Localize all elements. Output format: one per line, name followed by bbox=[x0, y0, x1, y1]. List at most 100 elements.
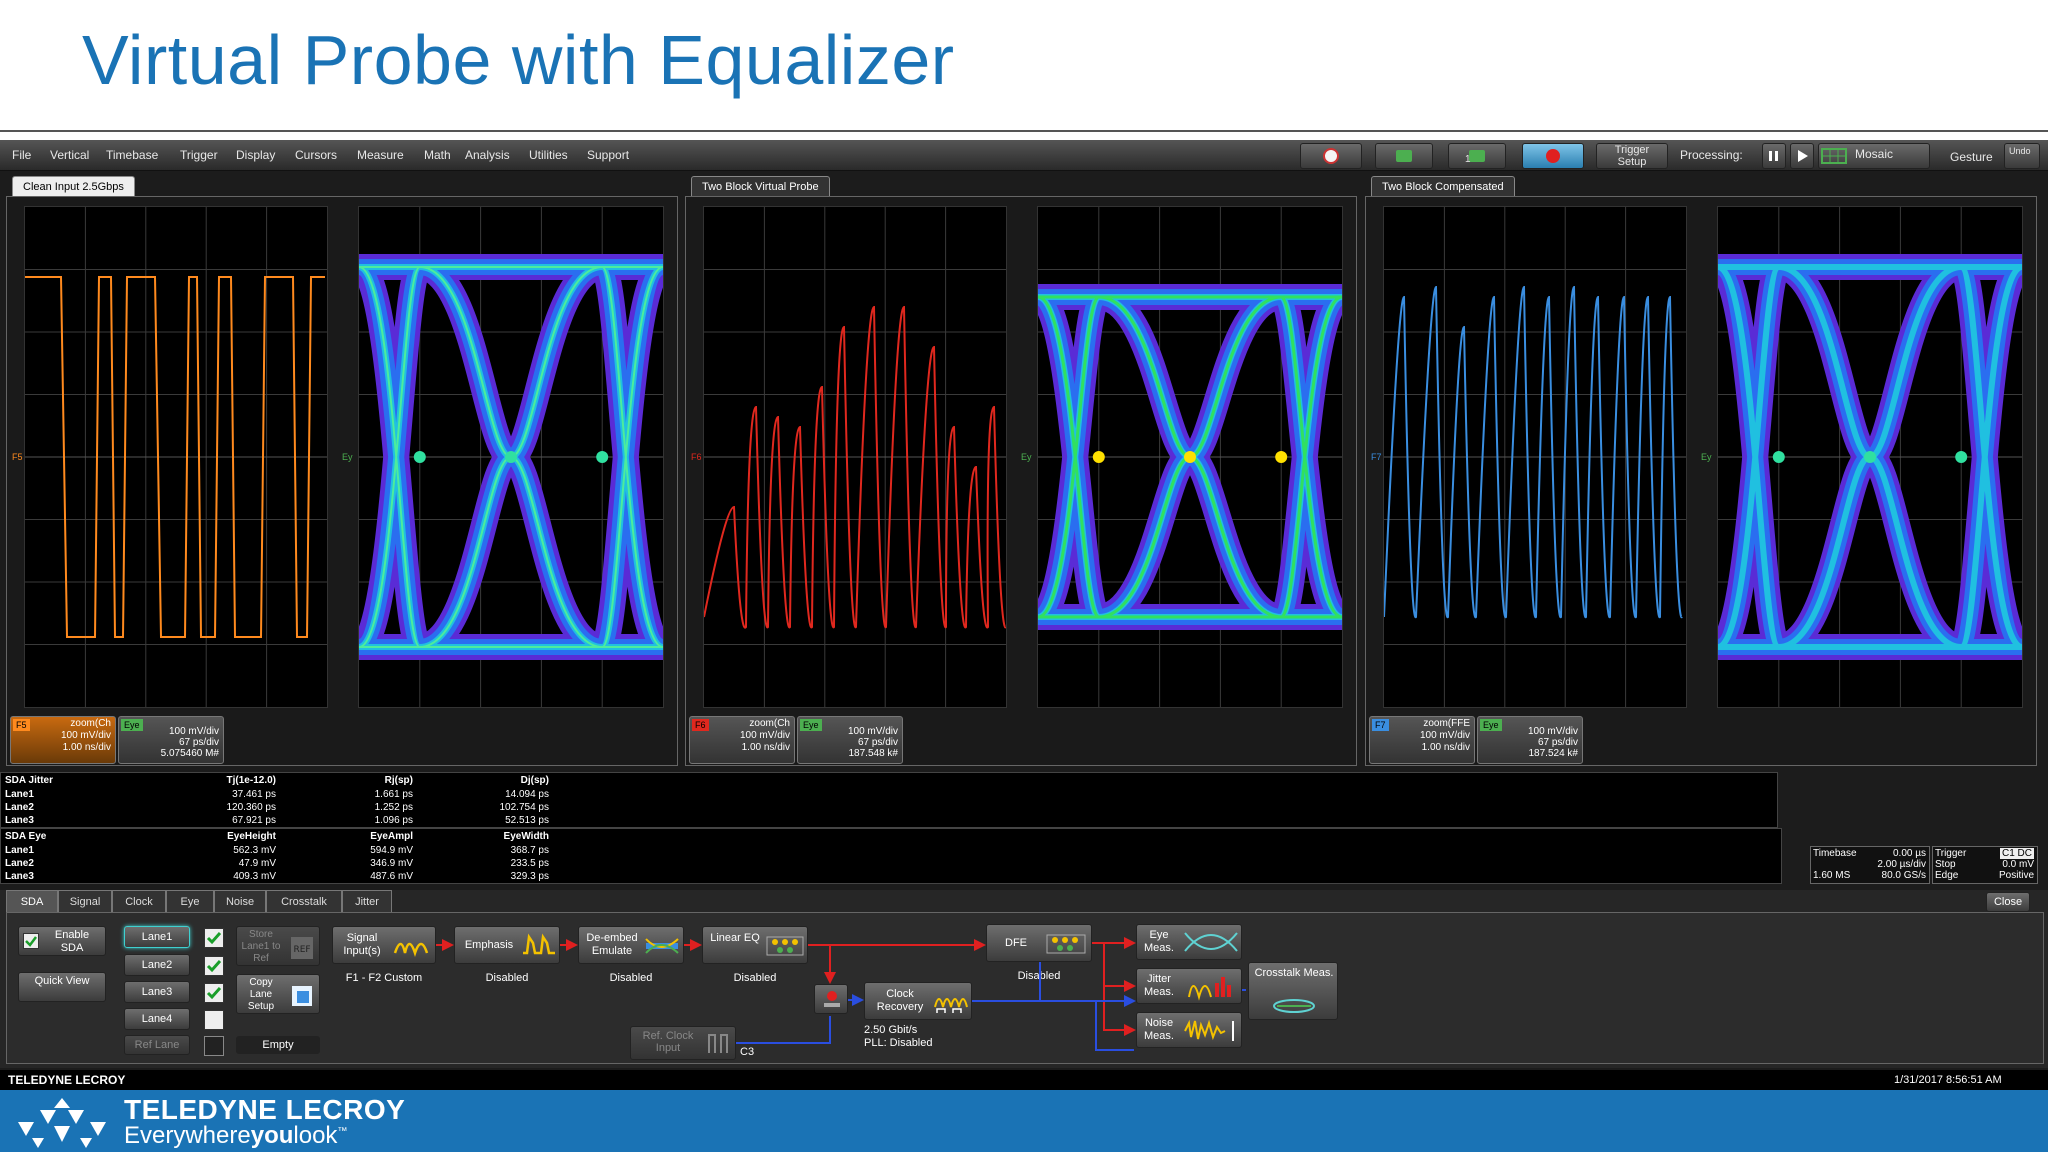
waveform-trace bbox=[1384, 285, 1683, 619]
eye-grid-3[interactable] bbox=[1717, 206, 2023, 708]
eye-header-height: EyeHeight bbox=[227, 831, 276, 842]
record-icon bbox=[1546, 149, 1560, 163]
trace-descriptor-eye[interactable]: Eye 100 mV/div 67 ps/div 5.075460 M# bbox=[118, 716, 224, 764]
menu-file[interactable]: File bbox=[12, 148, 31, 162]
normal-button[interactable]: 1 bbox=[1448, 143, 1506, 169]
play-icon bbox=[1798, 150, 1808, 162]
table-cell: Lane1 bbox=[5, 845, 34, 856]
trace-source: zoom(FFE bbox=[1423, 718, 1470, 729]
play-button[interactable] bbox=[1790, 143, 1814, 169]
table-cell: 1.661 ps bbox=[374, 789, 413, 800]
table-cell: Lane3 bbox=[5, 815, 34, 826]
panel-tab-3[interactable]: Two Block Compensated bbox=[1371, 176, 1515, 197]
table-cell: 52.513 ps bbox=[505, 815, 549, 826]
badge-count: 1 bbox=[1465, 154, 1471, 165]
trace-tdiv: 1.00 ns/div bbox=[741, 742, 790, 753]
trace-badge: F5 bbox=[13, 719, 30, 731]
trace-descriptor-eye[interactable]: Eye 100 mV/div 67 ps/div 187.548 k# bbox=[797, 716, 903, 764]
trace-descriptor-f7[interactable]: F7 zoom(FFE 100 mV/div 1.00 ns/div bbox=[1369, 716, 1475, 764]
trace-descriptor-f6[interactable]: F6 zoom(Ch 100 mV/div 1.00 ns/div bbox=[689, 716, 795, 764]
table-cell: 102.754 ps bbox=[499, 802, 550, 813]
menu-trigger[interactable]: Trigger bbox=[180, 148, 218, 162]
table-cell: 47.9 mV bbox=[238, 858, 276, 869]
table-cell: Lane2 bbox=[5, 858, 34, 869]
table-cell: 14.094 ps bbox=[505, 789, 549, 800]
eye-channel-label: Ey bbox=[342, 452, 353, 462]
table-cell: 594.9 mV bbox=[370, 845, 413, 856]
trigger-label: Trigger bbox=[1935, 848, 1967, 859]
timebase-descriptor[interactable]: Timebase 0.00 µs 2.00 µs/div 1.60 MS 80.… bbox=[1810, 846, 1930, 884]
trace-source: zoom(Ch bbox=[70, 718, 111, 729]
trace-vdiv: 100 mV/div bbox=[60, 730, 111, 741]
footer-tagline: Everywhereyoulook™ bbox=[124, 1122, 347, 1150]
status-brand: TELEDYNE LECROY bbox=[8, 1073, 126, 1087]
menu-support[interactable]: Support bbox=[587, 148, 629, 162]
trace-tdiv: 67 ps/div bbox=[857, 737, 898, 748]
status-datetime: 1/31/2017 8:56:51 AM bbox=[1894, 1074, 2002, 1086]
trace-descriptor-eye[interactable]: Eye 100 mV/div 67 ps/div 187.524 k# bbox=[1477, 716, 1583, 764]
table-cell: Lane2 bbox=[5, 802, 34, 813]
grid-icon bbox=[1821, 148, 1847, 164]
trace-count: 187.548 k# bbox=[848, 748, 899, 759]
signal-flow-arrows bbox=[436, 937, 1246, 1051]
table-cell: 37.461 ps bbox=[232, 789, 276, 800]
trigger-descriptor[interactable]: Trigger C1 DC Stop 0.0 mV Edge Positive bbox=[1932, 846, 2038, 884]
table-cell: 120.360 ps bbox=[226, 802, 277, 813]
panel-tab-1[interactable]: Clean Input 2.5Gbps bbox=[12, 176, 135, 197]
menu-timebase[interactable]: Timebase bbox=[106, 148, 158, 162]
trace-badge: F7 bbox=[1372, 719, 1389, 731]
trace-badge: Eye bbox=[121, 719, 143, 731]
mosaic-button[interactable]: Mosaic bbox=[1818, 143, 1930, 169]
jitter-header-name: SDA Jitter bbox=[5, 775, 53, 786]
trace-vdiv: 100 mV/div bbox=[1419, 730, 1470, 741]
tagline-part-b: you bbox=[250, 1122, 294, 1149]
single-button[interactable] bbox=[1375, 143, 1433, 169]
eye-header-name: SDA Eye bbox=[5, 831, 47, 842]
menu-vertical[interactable]: Vertical bbox=[50, 148, 89, 162]
timebase-label: Timebase bbox=[1813, 848, 1857, 859]
trigger-source: C1 DC bbox=[1999, 848, 2034, 859]
menu-cursors[interactable]: Cursors bbox=[295, 148, 337, 162]
camera-icon bbox=[1469, 150, 1485, 162]
table-cell: 329.3 ps bbox=[510, 871, 549, 882]
stop-button[interactable] bbox=[1522, 143, 1584, 169]
trace-vdiv: 100 mV/div bbox=[168, 726, 219, 737]
waveform-grid-1[interactable] bbox=[24, 206, 328, 708]
menu-display[interactable]: Display bbox=[236, 148, 275, 162]
timebase-rate: 80.0 GS/s bbox=[1881, 870, 1926, 881]
timebase-samples: 1.60 MS bbox=[1813, 870, 1851, 881]
menu-measure[interactable]: Measure bbox=[357, 148, 404, 162]
undo-label: Undo bbox=[2009, 146, 2031, 156]
undo-button[interactable]: Undo bbox=[2004, 143, 2040, 169]
trace-badge: F6 bbox=[692, 719, 709, 731]
table-cell: 233.5 ps bbox=[510, 858, 549, 869]
trace-count: 187.524 k# bbox=[1528, 748, 1579, 759]
eye-grid-2[interactable] bbox=[1037, 206, 1343, 708]
trace-descriptor-f5[interactable]: F5 zoom(Ch 100 mV/div 1.00 ns/div bbox=[10, 716, 116, 764]
jitter-header-dj: Dj(sp) bbox=[520, 775, 549, 786]
panel-tab-2[interactable]: Two Block Virtual Probe bbox=[691, 176, 830, 197]
timebase-delay: 0.00 µs bbox=[1892, 848, 1926, 859]
menu-analysis[interactable]: Analysis bbox=[465, 148, 510, 162]
menu-utilities[interactable]: Utilities bbox=[529, 148, 568, 162]
eye-grid-1[interactable] bbox=[358, 206, 664, 708]
waveform-grid-2[interactable] bbox=[703, 206, 1007, 708]
trigger-type: Edge bbox=[1935, 870, 1959, 881]
jitter-header-tj: Tj(1e-12.0) bbox=[226, 775, 276, 786]
title-divider bbox=[0, 130, 2048, 132]
trigger-setup-button[interactable]: Trigger Setup bbox=[1596, 143, 1668, 169]
gesture-label[interactable]: Gesture bbox=[1950, 150, 1993, 164]
sda-eye-table: SDA Eye EyeHeight EyeAmpl EyeWidth Lane1… bbox=[0, 828, 1782, 884]
trace-tdiv: 67 ps/div bbox=[178, 737, 219, 748]
pause-button[interactable] bbox=[1762, 143, 1786, 169]
waveform-grid-3[interactable] bbox=[1383, 206, 1687, 708]
table-cell: 409.3 mV bbox=[233, 871, 276, 882]
menu-math[interactable]: Math bbox=[424, 148, 451, 162]
timebase-div: 2.00 µs/div bbox=[1877, 859, 1926, 870]
waveform-trace bbox=[704, 305, 1006, 629]
sda-control-panel: SDA Signal Clock Eye Noise Crosstalk Jit… bbox=[0, 890, 2048, 1068]
auto-setup-button[interactable] bbox=[1300, 143, 1362, 169]
waveform-channel-label: F6 bbox=[691, 452, 702, 462]
table-cell: Lane3 bbox=[5, 871, 34, 882]
eye-header-ampl: EyeAmpl bbox=[370, 831, 413, 842]
